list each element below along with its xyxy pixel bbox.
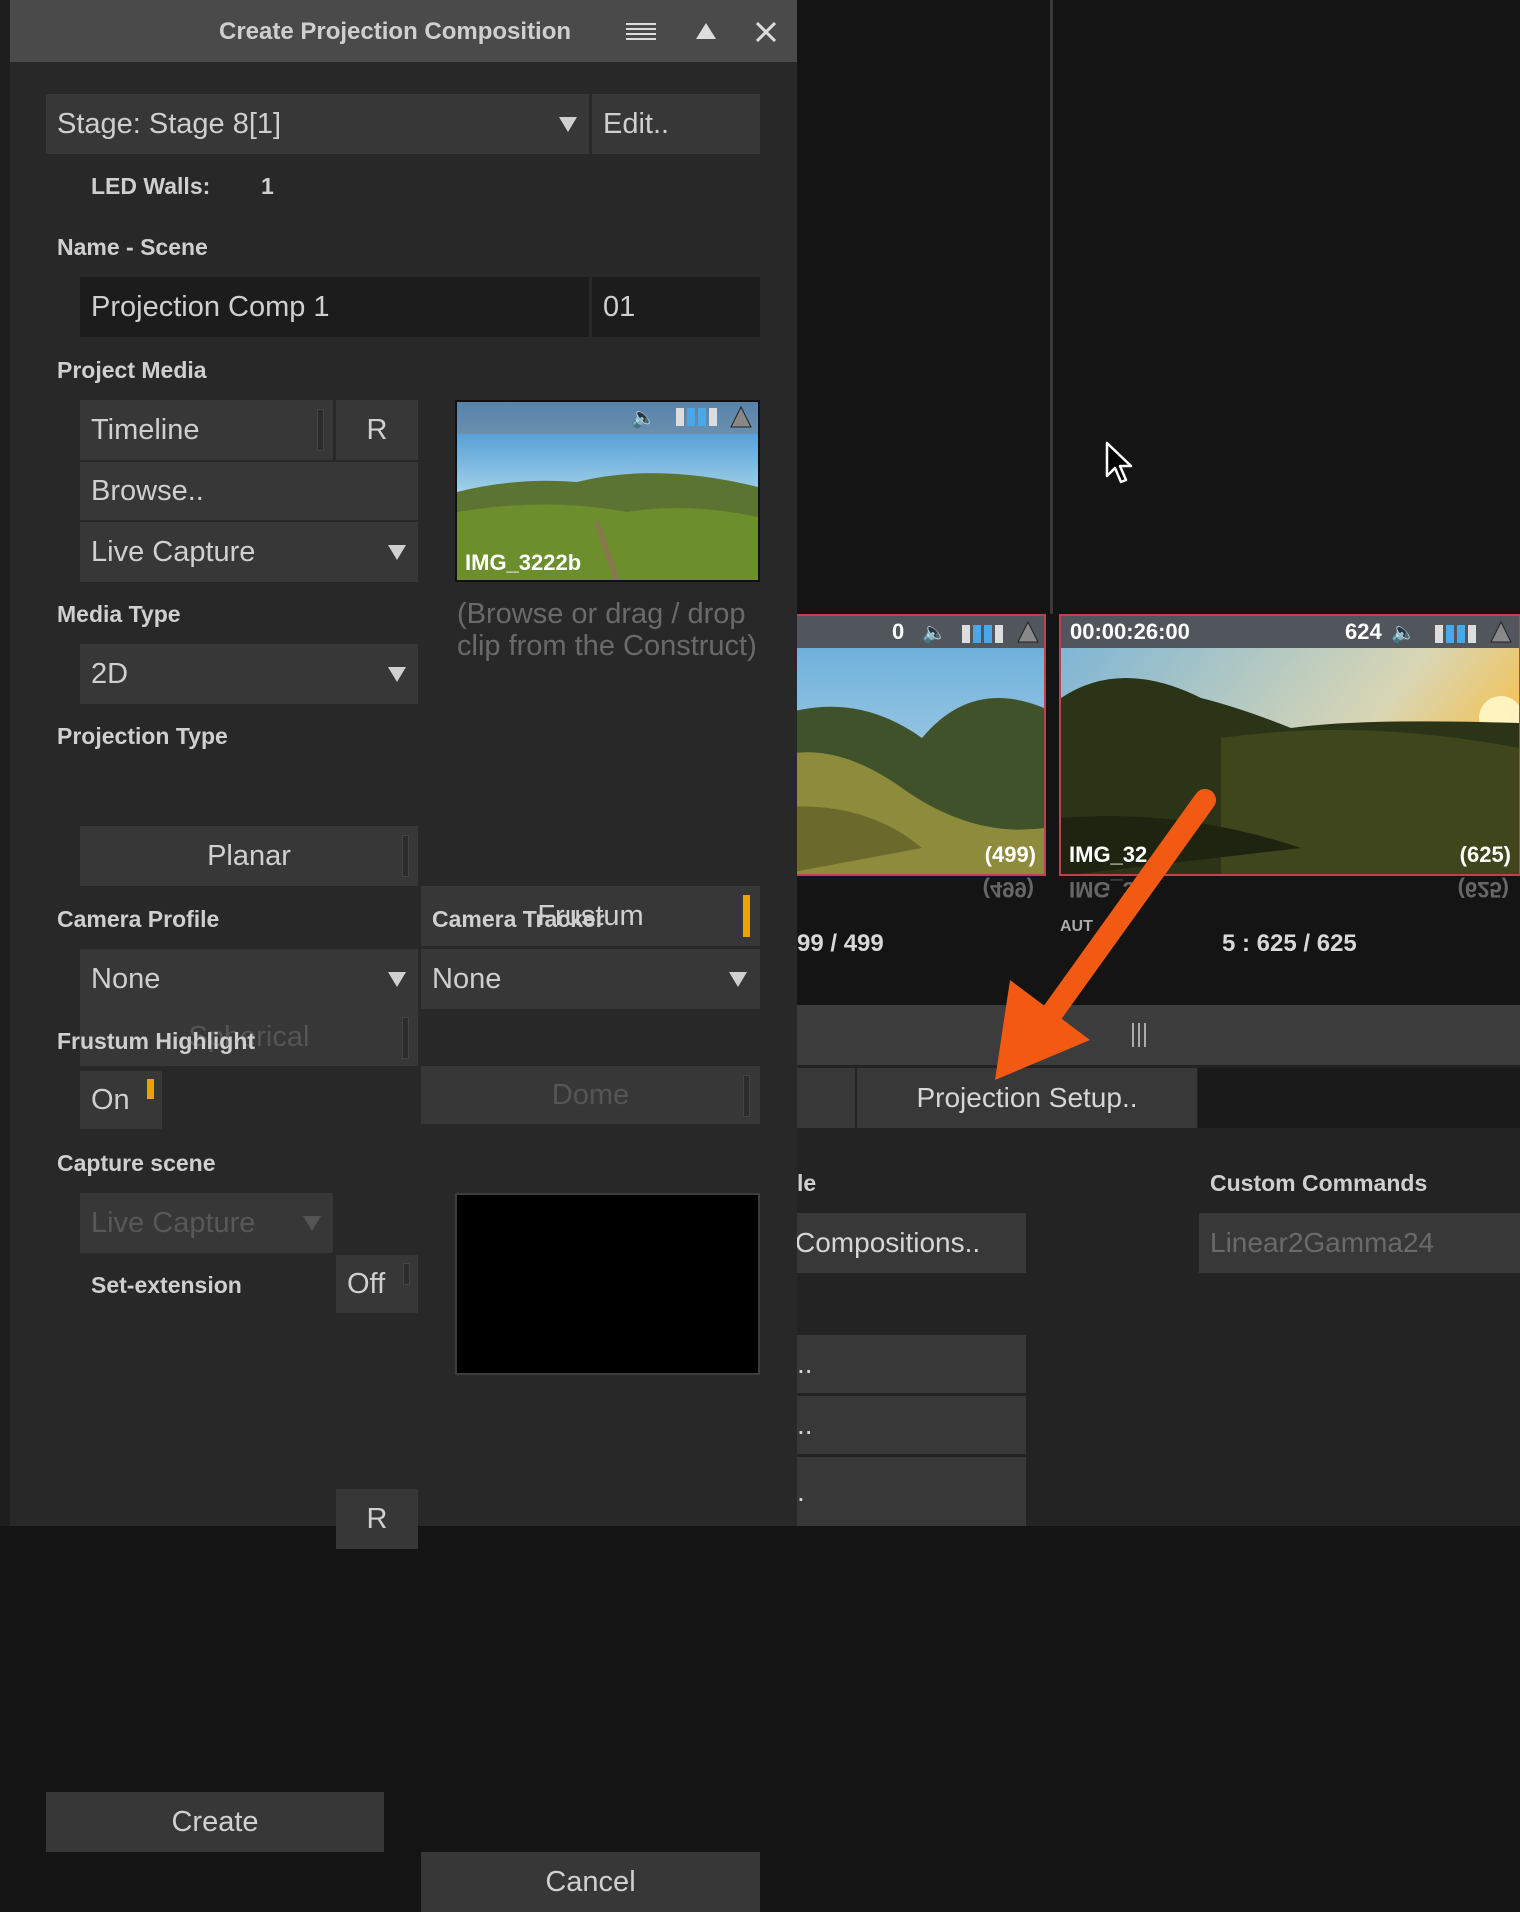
chevron-down-icon	[388, 545, 406, 560]
tab-partial[interactable]	[797, 1068, 855, 1128]
compositions-button[interactable]: Compositions..	[795, 1213, 1026, 1273]
left-edge-strip	[0, 0, 10, 1526]
close-icon[interactable]	[754, 20, 778, 44]
preview-clip-name: IMG_3222b	[465, 550, 582, 575]
page-curl-icon	[730, 405, 752, 428]
cancel-button[interactable]: Cancel	[421, 1852, 760, 1912]
section-label-partial: le	[797, 1170, 817, 1196]
capture-scene-label: Capture scene	[57, 1150, 216, 1176]
clip-timecode: 00:00:26:00	[1070, 619, 1190, 644]
chevron-down-icon	[388, 972, 406, 987]
custom-commands-field[interactable]: Linear2Gamma24	[1199, 1213, 1520, 1273]
clip-frame-number: 0	[892, 619, 905, 644]
list-item[interactable]: ..	[797, 1335, 1026, 1393]
projection-planar-option[interactable]: Planar	[80, 826, 418, 886]
page-curl-icon	[1017, 620, 1039, 643]
chevron-down-icon	[303, 1216, 321, 1231]
chevron-down-icon	[388, 667, 406, 682]
camera-profile-label: Camera Profile	[57, 906, 220, 932]
viewer-divider	[1050, 0, 1053, 614]
toggle-indicator	[743, 1075, 750, 1117]
camera-tracker-label: Camera Tracker	[432, 906, 605, 932]
dialog-title: Create Projection Composition	[219, 18, 572, 45]
list-item[interactable]: .	[797, 1457, 1026, 1526]
audio-icon: 🔈	[922, 622, 947, 644]
stage-value: Stage: Stage 8[1]	[57, 107, 282, 140]
scene-input[interactable]: 01	[592, 277, 760, 337]
media-hint: (Browse or drag / drop clip from the Con…	[457, 598, 757, 662]
projection-dome-option[interactable]: Dome	[421, 1066, 760, 1124]
timeline-button[interactable]: Timeline	[80, 400, 333, 460]
audio-icon: 🔈	[1391, 622, 1416, 644]
toggle-indicator	[317, 409, 324, 451]
live-capture-dropdown[interactable]: Live Capture	[80, 522, 418, 582]
media-preview[interactable]: 🔈 IMG_3222b	[455, 400, 760, 582]
create-button[interactable]: Create	[46, 1792, 384, 1852]
project-media-label: Project Media	[57, 357, 207, 383]
clip-counter: 5 : 625 / 625	[1222, 930, 1357, 957]
projection-type-label: Projection Type	[57, 723, 228, 749]
level-bars-icon	[962, 623, 1006, 649]
media-type-label: Media Type	[57, 601, 181, 627]
chevron-down-icon	[559, 117, 577, 132]
set-extension-toggle[interactable]: Off	[336, 1255, 418, 1313]
frustum-highlight-toggle[interactable]: On	[80, 1071, 162, 1129]
camera-tracker-dropdown[interactable]: None	[421, 949, 760, 1009]
clip-frame-number: 624	[1345, 619, 1382, 644]
name-input[interactable]: Projection Comp 1	[80, 277, 589, 337]
clip-frame-count: (625)	[1459, 842, 1511, 867]
capture-preview[interactable]	[455, 1193, 760, 1375]
audio-icon: 🔈	[631, 407, 656, 429]
toggle-indicator	[403, 1263, 410, 1285]
camera-profile-dropdown[interactable]: None	[80, 949, 418, 1009]
level-bars-icon	[676, 408, 720, 431]
menu-icon[interactable]	[626, 22, 656, 42]
toggle-indicator-active	[743, 895, 750, 937]
toggle-indicator	[402, 835, 409, 877]
stage-dropdown[interactable]: Stage: Stage 8[1]	[46, 94, 589, 154]
list-item[interactable]: ..	[797, 1396, 1026, 1454]
collapse-icon[interactable]	[695, 22, 717, 40]
led-walls-label: LED Walls:	[91, 173, 211, 199]
tab-strip-empty	[1198, 1068, 1520, 1128]
page-curl-icon	[1490, 620, 1512, 643]
mouse-cursor-icon	[1105, 441, 1133, 484]
clip-info-bar: 0 🔈	[772, 616, 1044, 648]
timeline-reset-button[interactable]: R	[336, 400, 418, 460]
clip-counter: 99 / 499	[797, 930, 884, 957]
clip-info-bar: 00:00:26:00 624 🔈	[1061, 616, 1519, 648]
toggle-indicator-active	[147, 1079, 154, 1099]
annotation-arrow-icon	[995, 789, 1216, 1080]
chevron-down-icon	[729, 972, 747, 987]
media-type-dropdown[interactable]: 2D	[80, 644, 418, 704]
browse-button[interactable]: Browse..	[80, 462, 418, 520]
frustum-highlight-label: Frustum Highlight	[57, 1028, 256, 1054]
custom-commands-label: Custom Commands	[1210, 1170, 1428, 1196]
capture-reset-button[interactable]: R	[336, 1489, 418, 1549]
level-bars-icon	[1435, 623, 1479, 649]
toggle-indicator	[402, 1017, 409, 1059]
stage-edit-button[interactable]: Edit..	[592, 94, 760, 154]
led-walls-value: 1	[261, 173, 274, 199]
set-extension-label: Set-extension	[91, 1272, 242, 1298]
name-scene-label: Name - Scene	[57, 234, 208, 260]
capture-live-dropdown[interactable]: Live Capture	[80, 1193, 333, 1253]
